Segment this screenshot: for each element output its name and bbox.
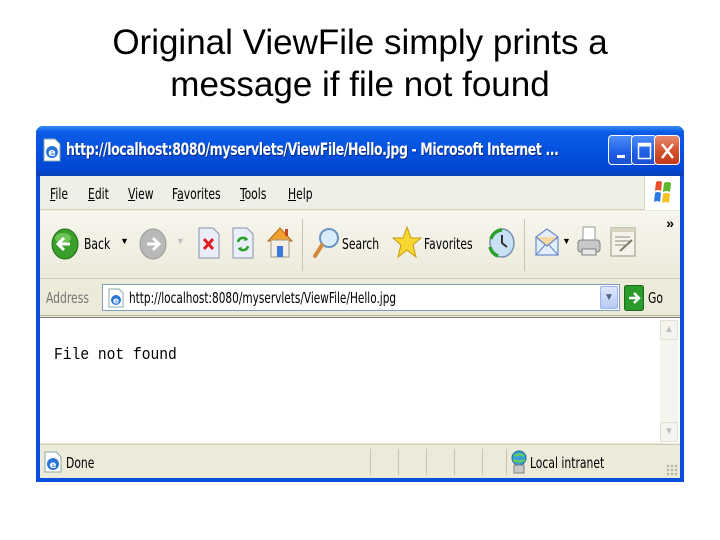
forward-dropdown-icon[interactable]: ▼ xyxy=(176,236,185,246)
back-dropdown-icon[interactable]: ▼ xyxy=(120,236,129,246)
menu-file[interactable]: File xyxy=(50,185,68,203)
back-arrow-icon[interactable] xyxy=(50,227,80,261)
search-button-label[interactable]: Search xyxy=(342,235,379,253)
page-content: File not found ▲ ▼ xyxy=(40,317,680,443)
address-bar: Address e http://localhost:8080/myservle… xyxy=(40,280,680,316)
page-message: File not found xyxy=(54,346,177,365)
menu-view[interactable]: View xyxy=(128,185,154,203)
menu-help-label: elp xyxy=(296,185,313,203)
refresh-icon[interactable] xyxy=(232,227,254,259)
slide-title-line-2: message if file not found xyxy=(170,65,550,104)
status-pane-divider xyxy=(426,449,427,475)
menu-tools[interactable]: Tools xyxy=(240,185,266,203)
history-icon[interactable] xyxy=(488,227,516,259)
windows-logo-icon xyxy=(654,181,671,203)
status-bar: e Done Local intranet xyxy=(40,444,680,478)
scroll-up-button[interactable]: ▲ xyxy=(660,320,678,340)
close-button[interactable] xyxy=(654,135,680,165)
search-icon[interactable] xyxy=(312,226,340,260)
menu-favorites[interactable]: Favorites xyxy=(172,185,221,203)
menu-edit[interactable]: Edit xyxy=(88,185,109,203)
scroll-down-button[interactable]: ▼ xyxy=(660,422,678,442)
close-icon xyxy=(661,143,674,159)
status-pane-divider xyxy=(398,449,399,475)
svg-text:e: e xyxy=(48,146,55,159)
status-pane-divider xyxy=(454,449,455,475)
print-icon[interactable] xyxy=(576,225,602,259)
menu-favorites-label: vorites xyxy=(183,185,221,203)
status-pane-divider xyxy=(482,449,483,475)
slide-title-line-1: Original ViewFile simply prints a xyxy=(112,23,608,62)
title-bar[interactable]: e http://localhost:8080/myservlets/ViewF… xyxy=(36,126,684,176)
ie-page-icon: e xyxy=(108,288,124,308)
menu-edit-label: dit xyxy=(94,185,109,203)
window-title: http://localhost:8080/myservlets/ViewFil… xyxy=(66,140,559,160)
standard-toolbar: Back ▼ ▼ Search Favorites ▼ » xyxy=(40,211,680,279)
status-pane-divider xyxy=(506,449,507,475)
security-zone-label: Local intranet xyxy=(530,454,605,472)
status-text: Done xyxy=(66,454,95,472)
toolbar-separator xyxy=(524,219,525,271)
ie-page-icon: e xyxy=(44,451,62,473)
toolbar-overflow-button[interactable]: » xyxy=(666,215,674,231)
chevron-up-icon: ▲ xyxy=(664,324,674,335)
slide-title: Original ViewFile simply prints a messag… xyxy=(0,22,720,106)
menu-help[interactable]: Help xyxy=(288,185,313,203)
menu-edit-accel: E xyxy=(88,185,95,203)
mail-icon[interactable] xyxy=(534,225,560,259)
svg-text:e: e xyxy=(113,297,119,307)
go-arrow-icon[interactable] xyxy=(624,285,644,311)
mail-dropdown-icon[interactable]: ▼ xyxy=(562,236,571,246)
favorites-button-label[interactable]: Favorites xyxy=(424,235,473,253)
address-dropdown-button[interactable]: ▼ xyxy=(600,286,618,309)
browser-client-area: File Edit View Favorites Tools Help Back… xyxy=(40,176,680,478)
address-label: Address xyxy=(46,289,89,307)
back-button-label[interactable]: Back xyxy=(84,235,110,253)
svg-text:e: e xyxy=(50,460,57,471)
address-url: http://localhost:8080/myservlets/ViewFil… xyxy=(129,289,397,307)
menu-bar: File Edit View Favorites Tools Help xyxy=(40,176,680,210)
ie-page-icon: e xyxy=(43,138,61,162)
resize-grip[interactable] xyxy=(666,464,678,476)
vertical-scrollbar[interactable]: ▲ ▼ xyxy=(660,320,678,442)
chevron-down-icon: ▼ xyxy=(664,426,674,437)
menu-file-label: ile xyxy=(55,185,68,203)
menu-view-accel: V xyxy=(128,185,136,203)
chevron-down-icon: ▼ xyxy=(604,292,614,303)
favorites-star-icon[interactable] xyxy=(392,225,422,259)
go-button-label[interactable]: Go xyxy=(648,289,663,307)
menu-help-accel: H xyxy=(288,185,297,203)
status-pane-divider xyxy=(370,449,371,475)
local-intranet-icon xyxy=(511,450,527,474)
browser-window: e http://localhost:8080/myservlets/ViewF… xyxy=(36,126,684,482)
stop-icon[interactable] xyxy=(198,227,220,259)
edit-icon[interactable] xyxy=(610,227,636,257)
address-input[interactable]: e http://localhost:8080/myservlets/ViewF… xyxy=(102,284,620,311)
home-icon[interactable] xyxy=(266,225,294,259)
forward-arrow-icon[interactable] xyxy=(138,227,168,261)
menu-tools-label: ools xyxy=(244,185,267,203)
toolbar-separator xyxy=(302,219,303,271)
menu-view-label: iew xyxy=(135,185,154,203)
menu-favorites-accel: a xyxy=(177,185,184,203)
windows-logo-box xyxy=(644,176,680,210)
